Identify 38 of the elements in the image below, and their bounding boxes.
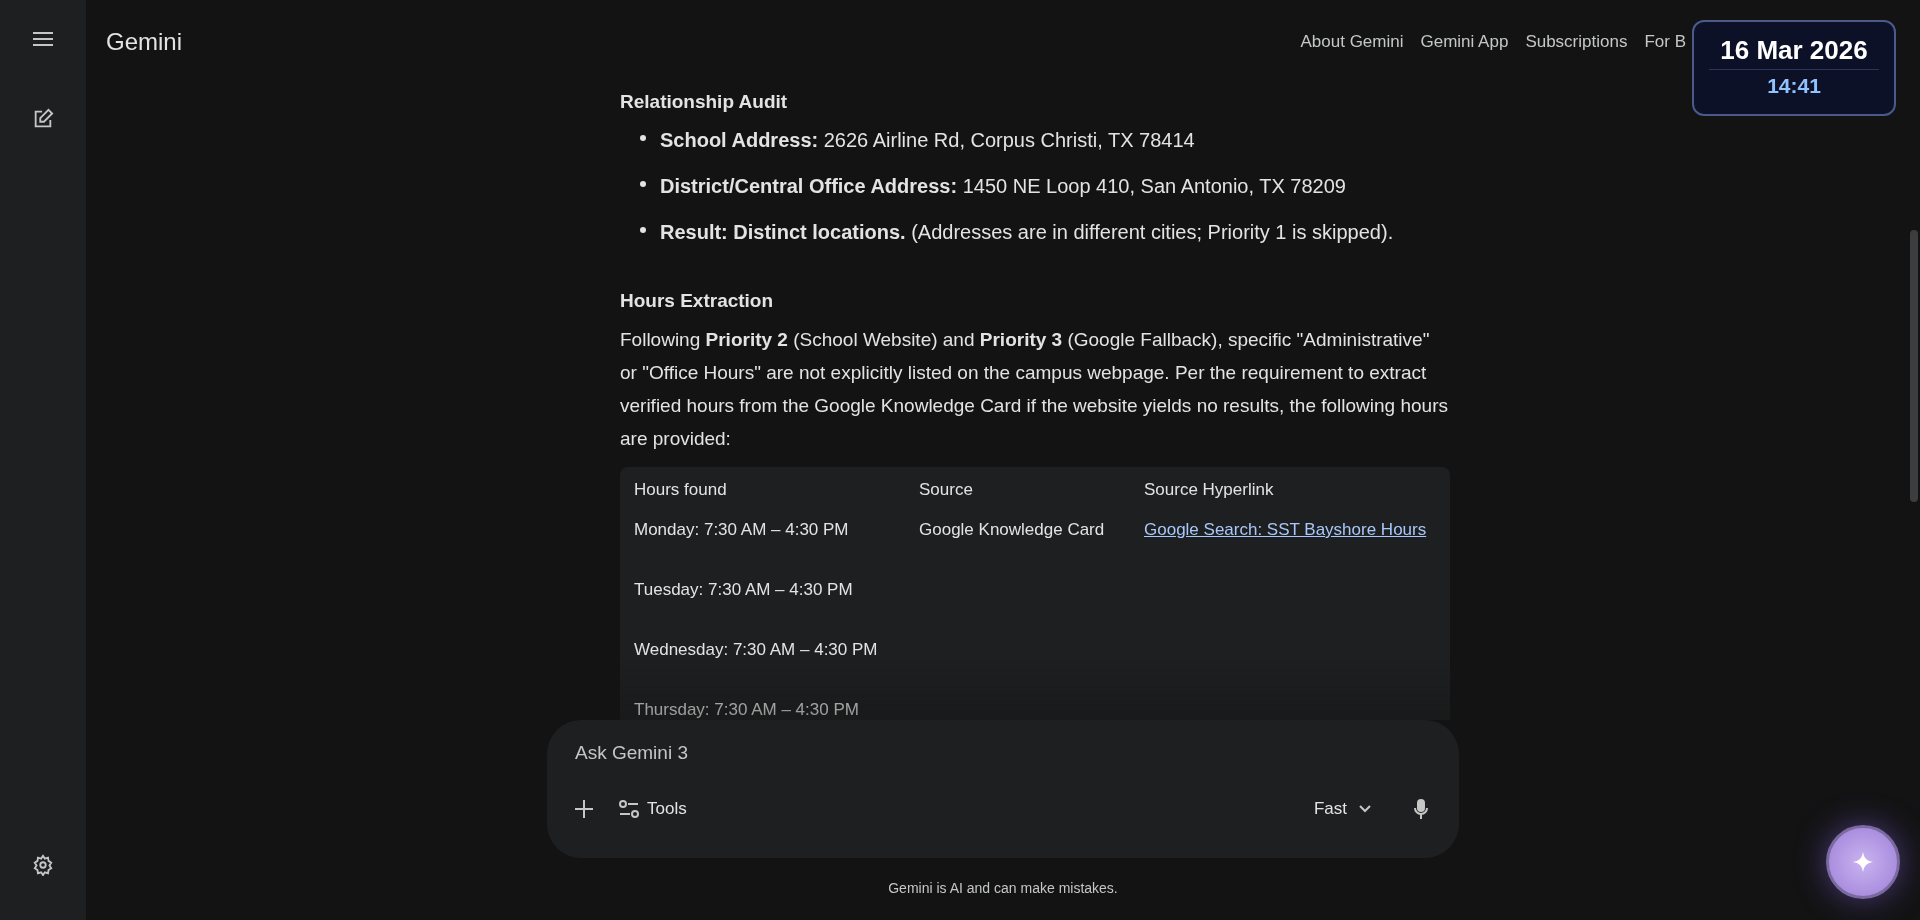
edit-icon[interactable]	[32, 108, 54, 130]
table-cell-text: Wednesday: 7:30 AM – 4:30 PM	[634, 639, 878, 661]
section-heading: Relationship Audit	[620, 90, 789, 114]
disclaimer-text: Gemini is AI and can make mistakes.	[888, 879, 1118, 898]
assistant-button[interactable]	[1826, 825, 1900, 899]
table-cell-text: Google Knowledge Card	[919, 519, 1105, 541]
chevron-down-icon	[1359, 805, 1371, 813]
section-heading: Hours Extraction	[620, 288, 775, 313]
sliders-icon	[619, 800, 639, 818]
plus-icon	[575, 800, 593, 818]
table-cell-text: Tuesday: 7:30 AM – 4:30 PM	[634, 579, 853, 601]
bullet-icon	[640, 226, 646, 233]
nav-link[interactable]: For B	[1644, 29, 1686, 55]
settings-icon[interactable]	[32, 854, 54, 876]
nav-link[interactable]: Gemini App	[1420, 29, 1509, 55]
source-link[interactable]: Google Search: SST Bayshore Hours	[1144, 517, 1427, 543]
column-header: Hours found	[634, 479, 727, 502]
prompt-input[interactable]: Ask Gemini 3	[575, 740, 1437, 766]
bullet-text: District/Central Office Address: 1450 NE Loop 410, San Antonio, TX 78209	[660, 173, 1346, 199]
time-text: 14:41	[1767, 73, 1821, 99]
date-text: 16 Mar 2026	[1720, 34, 1868, 66]
model-selector[interactable]: Fast	[1313, 796, 1371, 822]
column-header: Source Hyperlink	[1144, 479, 1274, 502]
table-cell-text: Thursday: 7:30 AM – 4:30 PM	[634, 699, 859, 720]
bullet-icon	[640, 180, 646, 187]
column-header: Source	[919, 479, 973, 502]
nav-link[interactable]: About Gemini	[1300, 29, 1404, 55]
tools-button[interactable]: Tools	[619, 796, 687, 822]
sparkle-icon	[1853, 852, 1873, 872]
bullet-icon	[640, 134, 646, 141]
bullet-text: School Address: 2626 Airline Rd, Corpus Christi, TX 78414	[660, 127, 1195, 153]
table-cell-text: Monday: 7:30 AM – 4:30 PM	[634, 519, 849, 541]
menu-icon[interactable]	[33, 32, 53, 46]
nav-link[interactable]: Subscriptions	[1525, 29, 1628, 55]
paragraph: Following Priority 2 (School Website) and Priority 3 (Google Fallback), specific "Administrative" or "Office Hours" are not explicitly listed on the campus webpage. Per the requirement to extract verified hours from the Google Knowledge Card if the website yields no results, the following hours are provided:	[620, 328, 1449, 451]
microphone-icon[interactable]	[1413, 799, 1429, 819]
app-title: Gemini	[106, 27, 183, 57]
bullet-text: Result: Distinct locations. (Addresses are in different cities; Priority 1 is skipped).	[660, 219, 1394, 245]
